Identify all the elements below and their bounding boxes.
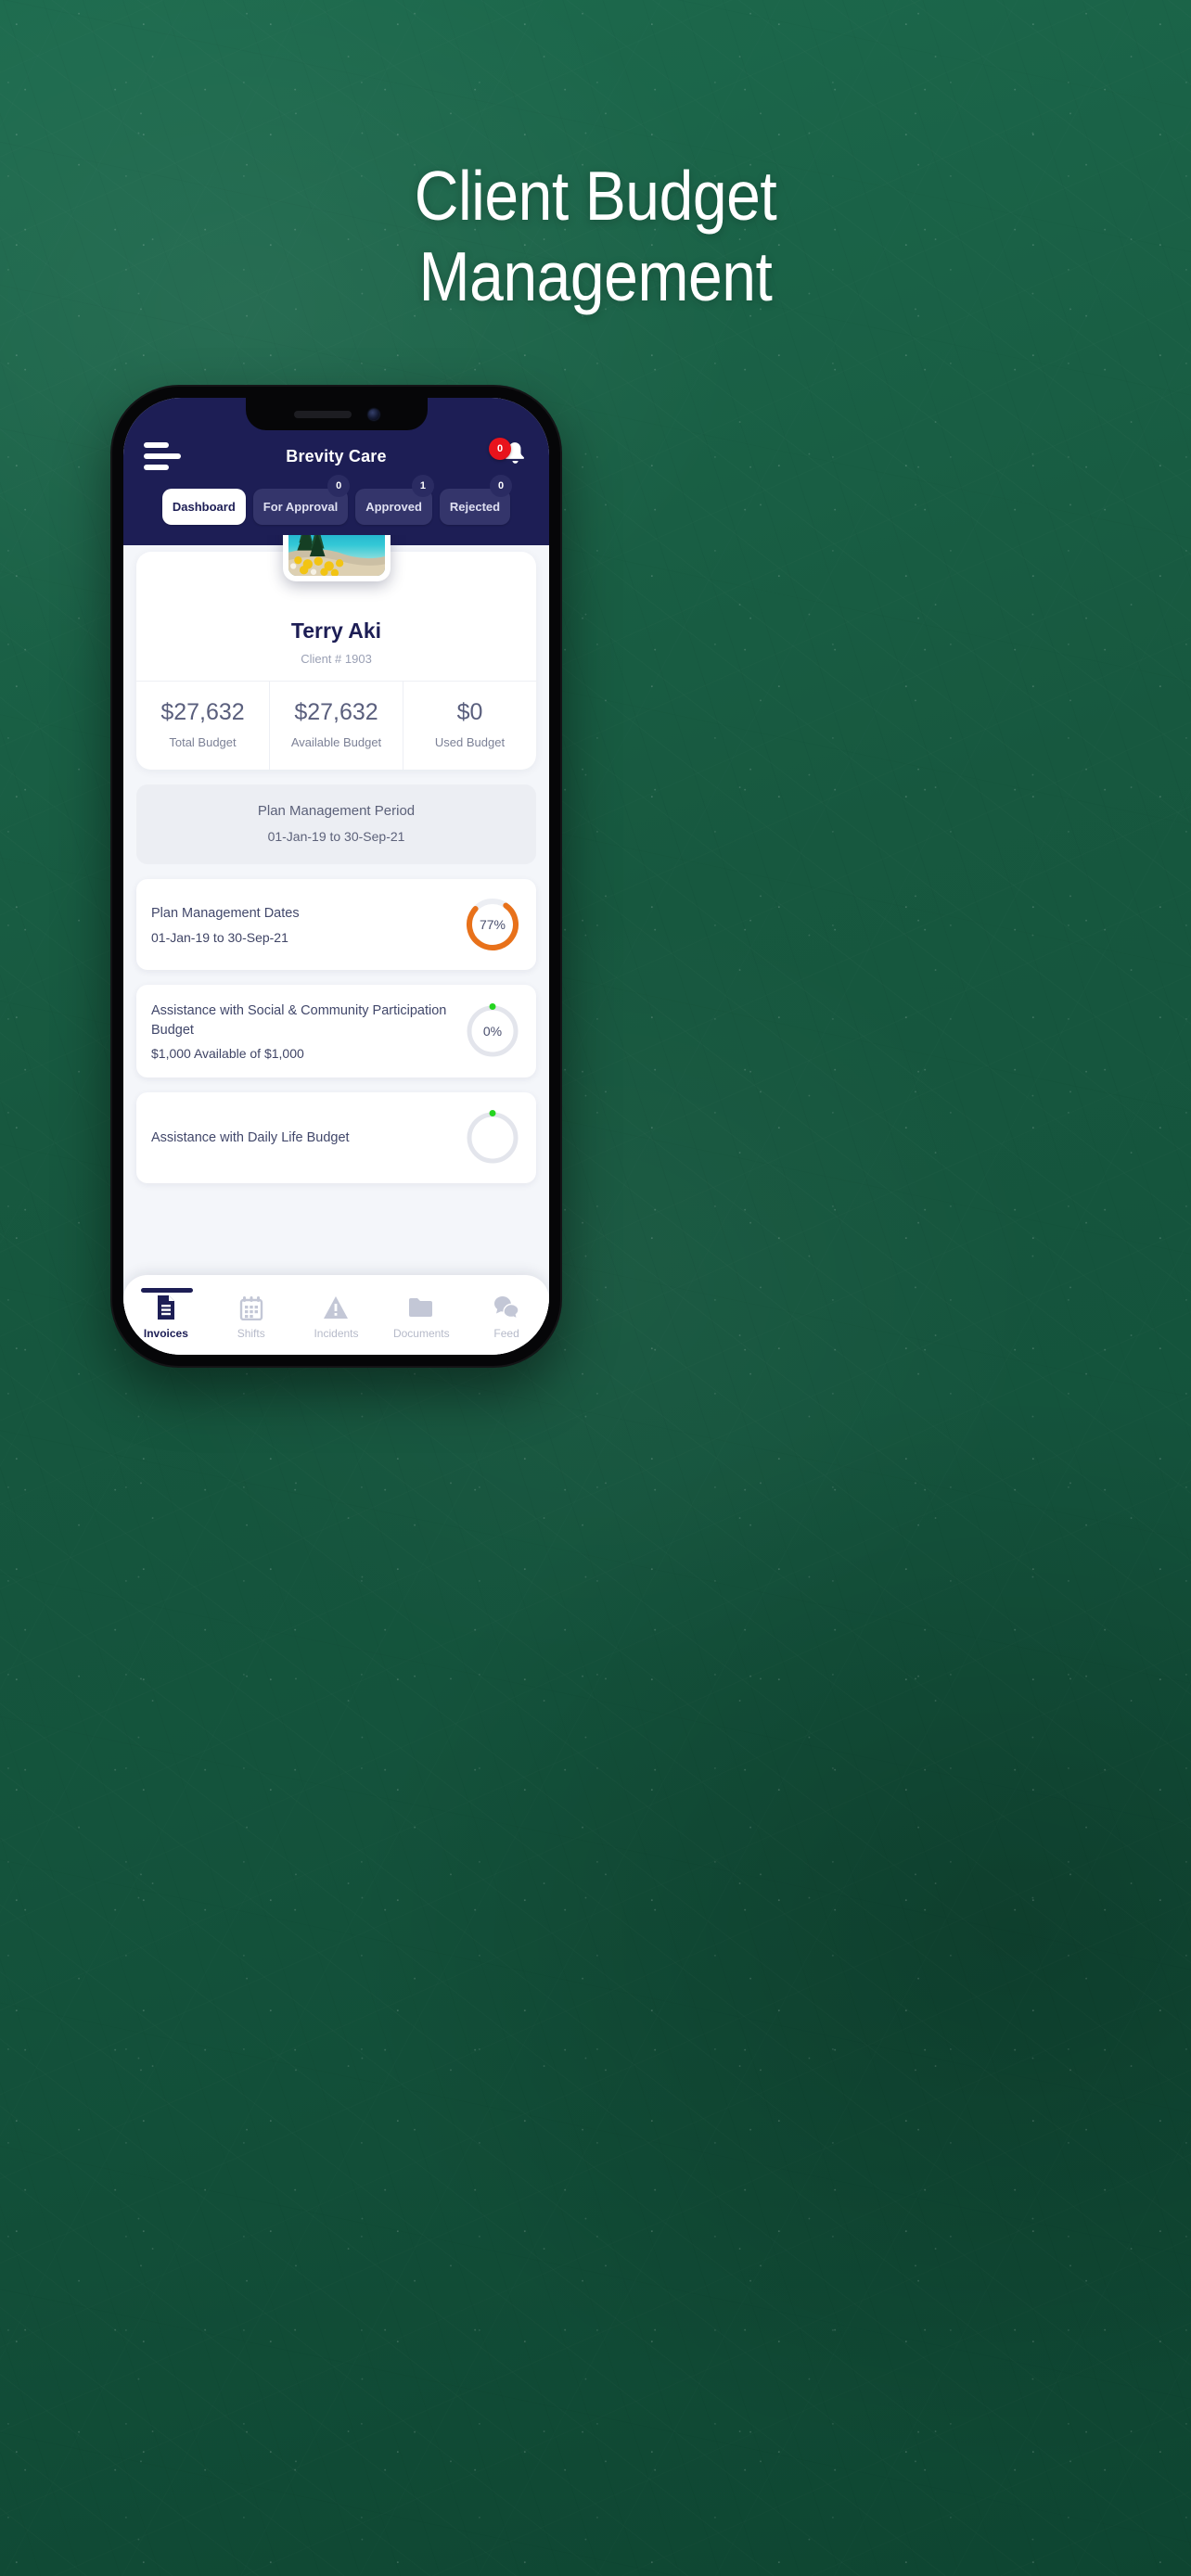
- stat-label: Used Budget: [434, 735, 506, 749]
- tab-label: For Approval: [263, 500, 339, 514]
- stat-value: $27,632: [160, 699, 245, 725]
- card-title: Assistance with Daily Life Budget: [151, 1129, 350, 1145]
- notification-badge: 0: [489, 438, 511, 460]
- client-avatar-photo[interactable]: [282, 535, 391, 581]
- earpiece-speaker-icon: [293, 410, 352, 418]
- app-top-bar: Brevity Care 0: [123, 431, 549, 481]
- budget-stats-row: $27,632 Total Budget $27,632 Available B…: [136, 681, 536, 770]
- tab-label: Approved: [365, 500, 422, 514]
- status-dot-icon: [489, 1110, 496, 1117]
- stat-used-budget: $0 Used Budget: [403, 682, 536, 770]
- progress-ring-partial: [464, 1109, 521, 1167]
- phone-notch: [245, 398, 428, 430]
- progress-ring-77: 77%: [464, 896, 521, 953]
- bottom-navigation-bar: Invoices Shifts Incidents Documents Feed: [123, 1275, 549, 1355]
- chat-bubbles-icon: [464, 1294, 549, 1321]
- nav-item-feed[interactable]: Feed: [464, 1290, 549, 1340]
- nav-item-invoices[interactable]: Invoices: [123, 1288, 209, 1340]
- ring-percent-label: 0%: [482, 1024, 503, 1039]
- plan-management-dates-card[interactable]: Plan Management Dates 01-Jan-19 to 30-Se…: [136, 879, 536, 970]
- plan-management-period-box: Plan Management Period 01-Jan-19 to 30-S…: [136, 784, 536, 864]
- nav-item-incidents[interactable]: Incidents: [294, 1290, 379, 1340]
- phone-screen: Brevity Care 0 Dashboard 0 For Approval …: [123, 398, 549, 1355]
- nav-label: Feed: [493, 1327, 519, 1340]
- client-profile-card: Terry Aki Client # 1903 $27,632 Total Bu…: [136, 535, 536, 770]
- nav-label: Documents: [392, 1327, 450, 1340]
- nav-item-shifts[interactable]: Shifts: [209, 1290, 294, 1340]
- nav-label: Invoices: [143, 1327, 188, 1340]
- stat-total-budget: $27,632 Total Budget: [136, 682, 269, 770]
- tab-label: Dashboard: [172, 500, 236, 514]
- daily-life-budget-card[interactable]: Assistance with Daily Life Budget: [136, 1092, 536, 1184]
- stat-available-budget: $27,632 Available Budget: [269, 682, 403, 770]
- warning-triangle-icon: [294, 1294, 379, 1321]
- nav-label: Incidents: [314, 1327, 359, 1340]
- folder-icon: [378, 1294, 464, 1321]
- progress-ring-0: 0%: [464, 1002, 521, 1060]
- calendar-icon: [209, 1294, 294, 1321]
- notifications-button[interactable]: 0: [489, 438, 529, 475]
- headline-line-1: Client Budget: [414, 157, 777, 235]
- card-title: Plan Management Dates: [151, 906, 300, 922]
- tab-approved[interactable]: 1 Approved: [355, 475, 434, 525]
- stat-label: Available Budget: [290, 735, 382, 749]
- tab-label: Rejected: [449, 500, 501, 514]
- ring-percent-label: 77%: [479, 917, 506, 932]
- tab-badge: 1: [411, 475, 434, 497]
- period-title: Plan Management Period: [257, 803, 416, 819]
- app-title: Brevity Care: [286, 446, 387, 465]
- phone-mockup-frame: Brevity Care 0 Dashboard 0 For Approval …: [110, 385, 562, 1368]
- stat-label: Total Budget: [169, 735, 237, 749]
- tab-for-approval[interactable]: 0 For Approval: [252, 475, 351, 525]
- tab-badge: 0: [327, 475, 351, 497]
- dashboard-content[interactable]: Terry Aki Client # 1903 $27,632 Total Bu…: [123, 535, 549, 1355]
- card-subtitle: 01-Jan-19 to 30-Sep-21: [151, 929, 288, 945]
- client-id: Client # 1903: [301, 652, 372, 666]
- nav-label: Shifts: [237, 1327, 265, 1340]
- card-subtitle: $1,000 Available of $1,000: [151, 1046, 304, 1062]
- tab-rejected[interactable]: 0 Rejected: [439, 475, 513, 525]
- active-tab-indicator: [141, 1288, 193, 1293]
- client-name: Terry Aki: [290, 618, 382, 643]
- tab-badge: 0: [490, 475, 513, 497]
- period-value: 01-Jan-19 to 30-Sep-21: [267, 829, 405, 844]
- nav-item-documents[interactable]: Documents: [378, 1290, 464, 1340]
- document-invoice-icon: [123, 1294, 209, 1321]
- headline-line-2: Management: [418, 237, 773, 315]
- card-title: Assistance with Social & Community Parti…: [151, 1003, 447, 1038]
- poster-headline: Client Budget Management: [71, 156, 1120, 317]
- stat-value: $0: [456, 699, 483, 725]
- hamburger-icon[interactable]: [144, 442, 181, 470]
- tab-dashboard[interactable]: Dashboard: [161, 489, 246, 525]
- front-camera-icon: [367, 408, 379, 420]
- social-community-budget-card[interactable]: Assistance with Social & Community Parti…: [136, 985, 536, 1078]
- stat-value: $27,632: [294, 699, 378, 725]
